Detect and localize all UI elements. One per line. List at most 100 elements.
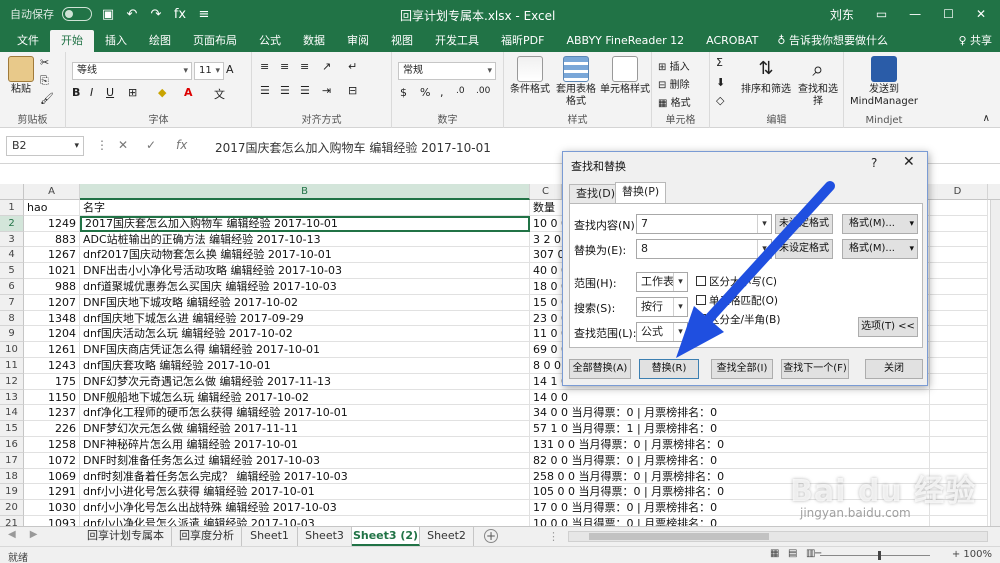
format-as-table-button[interactable]: 套用表格格式 [554,56,598,108]
replace-dropdown-icon[interactable]: ▾ [757,240,771,258]
ribbon-tab[interactable]: 绘图 [138,30,182,52]
close-window-icon[interactable]: ✕ [976,7,986,21]
find-dropdown-icon[interactable]: ▾ [757,215,771,233]
format-cells-button[interactable]: ▦ 格式 [658,94,691,109]
collapse-ribbon-icon[interactable]: ∧ [983,113,990,124]
search-order-dropdown-icon[interactable]: ▾ [673,298,687,316]
user-name[interactable]: 刘东 [830,6,854,23]
find-what-input[interactable]: 7 ▾ [636,214,772,234]
cell-d[interactable] [930,310,988,327]
fill-icon[interactable]: ⬇ [716,76,725,89]
tab-split-handle-icon[interactable]: ⋮ [548,530,559,543]
fx-icon[interactable]: fx [172,7,188,22]
font-color-icon[interactable]: A [184,86,193,99]
cell-d[interactable] [930,279,988,295]
cell-b[interactable]: dnf小小净化号怎么派遣 编辑经验 2017-10-03 [80,516,530,526]
sort-filter-button[interactable]: ⇅ 排序和筛选 [738,56,794,96]
row-header[interactable]: 12 [0,373,24,390]
cell-b[interactable]: DNF国庆地下城攻略 编辑经验 2017-10-02 [80,294,530,311]
merge-center-icon[interactable]: ⊟ [348,84,357,97]
row-header[interactable]: 10 [0,342,24,358]
ribbon-tab[interactable]: 福昕PDF [490,30,555,52]
font-size-dropdown[interactable]: 11 [194,62,224,80]
dialog-close-button[interactable]: 关闭 [865,359,923,379]
page-layout-view-icon[interactable]: ▤ [788,548,797,559]
row-header[interactable]: 17 [0,452,24,469]
formula-input[interactable]: 2017国庆套怎么加入购物车 编辑经验 2017-10-01 [215,139,491,156]
cell-a[interactable]: 1204 [24,326,80,343]
cell-a[interactable]: 226 [24,421,80,437]
comma-icon[interactable]: , [440,86,444,99]
decrease-decimal-icon[interactable]: .00 [476,86,490,96]
cell-b[interactable]: DNF时刻准备任务怎么过 编辑经验 2017-10-03 [80,452,530,469]
cell-a[interactable]: 1030 [24,500,80,516]
cell-a[interactable]: 1093 [24,516,80,526]
sheet-tab[interactable]: 回享度分析 [172,527,242,546]
row-header[interactable]: 9 [0,326,24,343]
redo-icon[interactable]: ↷ [148,7,164,22]
column-header-e[interactable] [988,184,1000,200]
cell-d[interactable] [930,358,988,374]
cell-b[interactable]: dnf时刻准备着任务怎么完成？ 编辑经验 2017-10-03 [80,468,530,485]
ribbon-tab[interactable]: 开始 [50,30,94,52]
replace-button[interactable]: 替换(R) [639,359,699,379]
cell-a[interactable]: 175 [24,373,80,390]
cell-b[interactable]: dnf国庆套攻略 编辑经验 2017-10-01 [80,358,530,374]
vertical-scrollbar[interactable] [990,200,1000,526]
indent-icon[interactable]: ⇥ [322,84,331,97]
row-header[interactable]: 5 [0,263,24,279]
row-header[interactable]: 15 [0,421,24,437]
ribbon-tab[interactable]: 公式 [248,30,292,52]
row-header[interactable]: 7 [0,294,24,311]
name-box[interactable]: B2 [6,136,84,156]
cell-d[interactable] [930,405,988,422]
autosave-toggle[interactable] [62,7,92,21]
align-top-icon[interactable]: ≡ [260,60,269,73]
match-case-checkbox[interactable]: 区分大小写(C) [696,274,777,289]
delete-cells-button[interactable]: ⊟ 删除 [658,76,690,91]
ribbon-tab[interactable]: 审阅 [336,30,380,52]
cell-b[interactable]: DNF舰船地下城怎么玩 编辑经验 2017-10-02 [80,389,530,406]
cell-b[interactable]: dnf道聚城优惠券怎么买国庆 编辑经验 2017-10-03 [80,279,530,295]
row-header[interactable]: 3 [0,231,24,248]
cell-a[interactable]: 1207 [24,294,80,311]
replace-format-button[interactable]: 格式(M)... [842,239,918,259]
row-header[interactable]: 13 [0,389,24,406]
row-header[interactable]: 20 [0,500,24,516]
cell-b[interactable]: DNF神秘碎片怎么用 编辑经验 2017-10-01 [80,437,530,453]
find-select-button[interactable]: ⌕ 查找和选择 [794,56,842,108]
row-header[interactable]: 8 [0,310,24,327]
align-middle-icon[interactable]: ≡ [280,60,289,73]
cell-d[interactable] [930,373,988,390]
row-header[interactable]: 18 [0,468,24,485]
cell-d[interactable] [930,389,988,406]
cut-icon[interactable]: ✂ [40,56,49,69]
cancel-entry-icon[interactable]: ✕ [118,138,128,152]
column-header-b[interactable]: B [80,184,530,200]
cell-d[interactable] [930,342,988,358]
cell-a[interactable]: 883 [24,231,80,248]
row-header[interactable]: 2 [0,215,24,232]
conditional-format-button[interactable]: 条件格式 [508,56,552,96]
zoom-out-icon[interactable]: − [814,548,822,559]
scope-dropdown-icon[interactable]: ▾ [673,273,687,291]
ribbon-tab[interactable]: 视图 [380,30,424,52]
ribbon-tab[interactable]: ACROBAT [695,30,769,52]
ribbon-tab[interactable]: 页面布局 [182,30,248,52]
align-center-icon[interactable]: ☰ [280,84,290,97]
cell-d[interactable] [930,421,988,437]
find-format-button[interactable]: 格式(M)... [842,214,918,234]
sheet-tab[interactable]: Sheet3 [298,527,352,546]
underline-icon[interactable]: U [106,86,114,99]
zoom-slider-knob[interactable] [878,551,881,560]
font-name-dropdown[interactable]: 等线 [72,62,192,80]
cell-a[interactable]: 1021 [24,263,80,279]
italic-icon[interactable]: I [90,86,93,99]
row-header[interactable]: 14 [0,405,24,422]
undo-icon[interactable]: ↶ [124,7,140,22]
row-header[interactable]: 1 [0,200,24,216]
percent-icon[interactable]: % [420,86,430,99]
orientation-icon[interactable]: ↗ [322,60,331,73]
ribbon-tab[interactable]: ABBYY FineReader 12 [555,30,695,52]
horizontal-scrollbar[interactable] [568,531,988,542]
